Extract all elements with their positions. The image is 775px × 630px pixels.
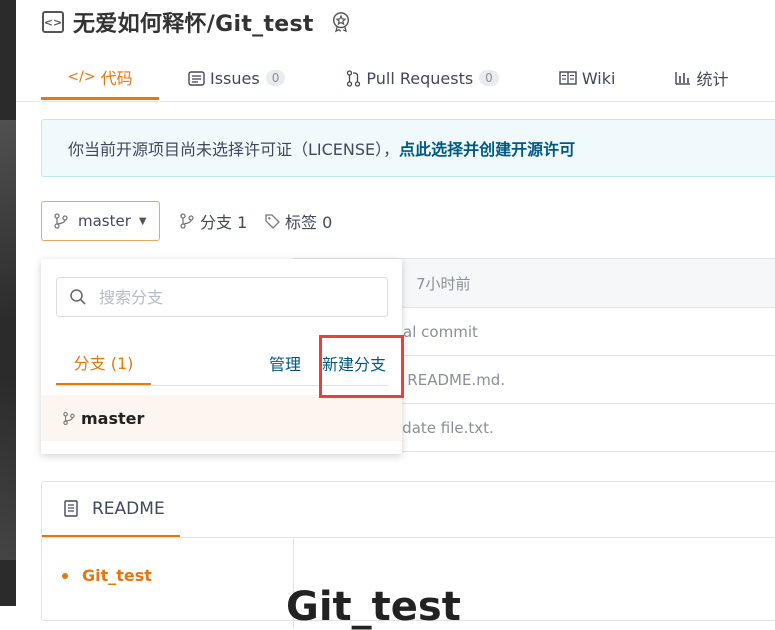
branches-count-link[interactable]: 分支 1 <box>180 201 247 241</box>
tag-icon <box>265 214 280 229</box>
toc-item[interactable]: Git_test <box>62 566 152 585</box>
repo-tabs: </> 代码 Issues 0 Pull Requests 0 Wiki 统计 <box>41 56 728 100</box>
branch-icon <box>54 213 68 229</box>
code-icon: </> <box>67 68 96 85</box>
commit-message: d README.md. <box>393 370 506 389</box>
tab-wiki[interactable]: Wiki <box>559 56 616 100</box>
tab-stats[interactable]: 统计 <box>675 56 728 100</box>
branch-icon <box>63 411 75 425</box>
tags-count-link[interactable]: 标签 0 <box>264 201 332 241</box>
tab-pull-requests[interactable]: Pull Requests 0 <box>346 56 499 100</box>
branch-search-box[interactable] <box>56 277 388 317</box>
document-icon <box>64 500 78 517</box>
readme-heading: Git_test <box>286 584 461 630</box>
readme-header: README <box>42 482 775 538</box>
repo-header: <> 无爱如何释怀/Git_test </> 代码 Issues 0 Pull … <box>16 0 775 102</box>
tags-count-label: 标签 0 <box>285 213 333 232</box>
repo-icon: <> <box>42 11 64 33</box>
tab-code-label: 代码 <box>100 68 133 88</box>
chevron-down-icon: ▼ <box>138 215 147 227</box>
branch-name: master <box>81 408 145 428</box>
issues-count-badge: 0 <box>265 70 286 86</box>
bullet-icon <box>62 572 68 579</box>
tab-branches[interactable]: 分支 (1) <box>56 341 151 385</box>
last-commit-time: 7小时前 <box>416 274 471 293</box>
readme-tab-label: README <box>92 498 165 519</box>
pr-count-badge: 0 <box>479 70 499 86</box>
tab-wiki-label: Wiki <box>581 68 616 88</box>
readme-tab[interactable]: README <box>42 482 180 537</box>
repo-name[interactable]: 无爱如何释怀/Git_test <box>73 6 314 38</box>
current-branch-label: master <box>78 212 131 230</box>
branch-list-item[interactable]: master <box>41 395 402 441</box>
license-text: 你当前开源项目尚未选择许可证（LICENSE）， <box>68 140 400 159</box>
stats-icon <box>675 71 691 85</box>
toc-item-label: Git_test <box>82 566 152 585</box>
commit-message: tial commit <box>393 322 478 341</box>
create-license-link[interactable]: 点此选择并创建开源许可 <box>399 136 575 160</box>
repo-title-bar: <> 无爱如何释怀/Git_test <box>42 6 352 38</box>
badge-icon[interactable] <box>330 11 352 33</box>
branch-search-input[interactable] <box>97 286 351 308</box>
tab-issues-label: Issues <box>210 68 260 88</box>
tab-issues[interactable]: Issues 0 <box>188 56 286 100</box>
pull-request-icon <box>346 69 361 87</box>
tab-stats-label: 统计 <box>696 70 729 89</box>
search-icon <box>70 289 86 305</box>
left-edge-background <box>0 0 16 606</box>
branch-selector-button[interactable]: master ▼ <box>41 201 160 241</box>
book-icon <box>559 71 577 85</box>
commit-message: odate file.txt. <box>393 418 494 437</box>
manage-branches-link[interactable]: 管理 <box>269 341 301 385</box>
issues-icon <box>188 70 205 86</box>
license-notice: 你当前开源项目尚未选择许可证（LICENSE）， 点此选择并创建开源许可 <box>41 119 775 177</box>
highlight-box <box>319 335 404 398</box>
tab-pull-requests-label: Pull Requests <box>366 68 474 88</box>
tab-code[interactable]: </> 代码 <box>41 56 159 100</box>
branch-icon <box>180 213 194 229</box>
branches-count-label: 分支 1 <box>200 213 248 232</box>
